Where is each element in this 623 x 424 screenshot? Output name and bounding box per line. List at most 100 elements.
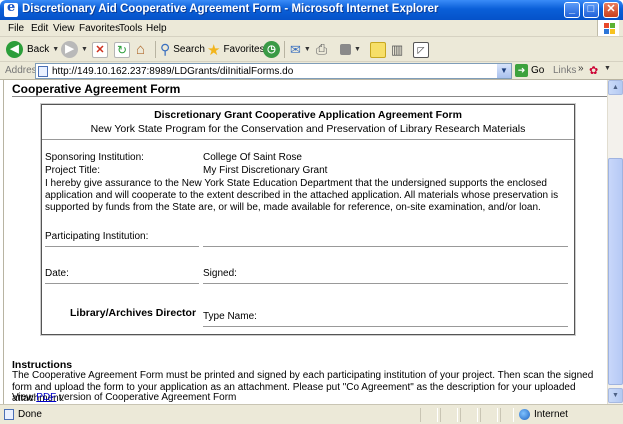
form-title: Discretionary Grant Cooperative Applicat… xyxy=(154,109,462,121)
toolbar: ◀ Back ▼ ▶ ▼ ✕ ↻ ⌂ ⚲ Search ★ Favorites … xyxy=(0,37,623,62)
menu-help[interactable]: Help xyxy=(146,23,167,34)
note-icon xyxy=(370,41,386,58)
address-input[interactable]: http://149.10.162.237:8989/LDGrants/diIn… xyxy=(35,63,512,79)
mail-icon: ✉ xyxy=(290,41,301,57)
vertical-scrollbar[interactable]: ▲ ▼ xyxy=(607,80,623,404)
title-bar: Discretionary Aid Cooperative Agreement … xyxy=(0,0,623,20)
close-button[interactable]: ✕ xyxy=(603,2,619,18)
view-suffix: version of Cooperative Agreement Form xyxy=(56,392,237,403)
research-button[interactable]: ▥ xyxy=(391,40,403,59)
chevron-down-icon[interactable]: ▼ xyxy=(604,65,611,72)
chevron-down-icon: ▼ xyxy=(354,46,361,53)
signature-line xyxy=(203,246,568,247)
star-icon: ★ xyxy=(207,41,221,59)
forward-button[interactable]: ▶ ▼ xyxy=(61,40,88,59)
go-button[interactable]: ➜ Go xyxy=(515,64,544,77)
history-button[interactable]: ◷ xyxy=(263,40,280,59)
date-label: Date: xyxy=(45,268,69,279)
refresh-button[interactable]: ↻ xyxy=(114,40,130,59)
books-icon: ▥ xyxy=(391,41,404,57)
status-pane xyxy=(420,408,438,422)
chevron-down-icon: ▼ xyxy=(52,46,60,53)
minimize-button[interactable]: _ xyxy=(564,2,580,18)
windows-logo-icon xyxy=(597,20,619,36)
menu-favorites[interactable]: Favorites xyxy=(79,23,120,34)
form-divider xyxy=(42,139,574,140)
project-title-label: Project Title: xyxy=(45,165,101,176)
signature-line xyxy=(203,326,568,327)
scroll-down-icon[interactable]: ▼ xyxy=(608,388,623,403)
edit-page-icon xyxy=(340,44,351,55)
go-label: Go xyxy=(531,65,545,76)
sponsoring-institution-value: College Of Saint Rose xyxy=(203,152,302,163)
refresh-icon: ↻ xyxy=(114,41,130,58)
address-dropdown-icon[interactable]: ▼ xyxy=(497,64,511,78)
links-label[interactable]: Links xyxy=(553,65,576,76)
scroll-up-icon[interactable]: ▲ xyxy=(608,80,623,95)
stop-icon: ✕ xyxy=(92,41,108,58)
addon-icon[interactable]: ✿ xyxy=(589,64,598,77)
chevron-right-icon[interactable]: » xyxy=(578,63,584,74)
back-arrow-icon: ◀ xyxy=(6,41,23,58)
globe-icon xyxy=(519,409,530,420)
scroll-thumb[interactable] xyxy=(608,158,623,385)
address-url[interactable]: http://149.10.162.237:8989/LDGrants/diIn… xyxy=(52,66,293,77)
menu-edit[interactable]: Edit xyxy=(31,23,48,34)
home-button[interactable]: ⌂ xyxy=(136,40,145,59)
messenger-button[interactable]: ◸ xyxy=(413,40,429,59)
type-name-label: Type Name: xyxy=(203,311,257,322)
status-bar: Done Internet xyxy=(0,404,623,424)
agreement-form-box: Discretionary Grant Cooperative Applicat… xyxy=(41,104,575,335)
toolbar-separator xyxy=(155,41,156,58)
signature-line xyxy=(45,283,199,284)
page-viewport: Cooperative Agreement Form Discretionary… xyxy=(3,80,607,404)
favorites-button[interactable]: ★ Favorites xyxy=(207,40,265,59)
discuss-button[interactable] xyxy=(370,40,386,59)
menu-view[interactable]: View xyxy=(53,23,75,34)
favorites-label: Favorites xyxy=(223,44,265,55)
search-button[interactable]: ⚲ Search xyxy=(160,40,205,59)
menu-file[interactable]: File xyxy=(8,23,24,34)
home-icon: ⌂ xyxy=(136,41,146,58)
heading-divider xyxy=(12,96,607,97)
page-icon xyxy=(4,409,14,420)
window-title: Discretionary Aid Cooperative Agreement … xyxy=(22,3,439,15)
printer-icon: ⎙ xyxy=(316,41,328,57)
print-button[interactable]: ⎙ xyxy=(316,40,327,59)
mail-button[interactable]: ✉ ▼ xyxy=(290,40,311,59)
form-subtitle: New York State Program for the Conservat… xyxy=(90,123,526,135)
director-label: Library/Archives Director xyxy=(70,307,197,319)
signature-line xyxy=(203,283,568,284)
pdf-link[interactable]: PDF xyxy=(36,392,56,403)
back-button[interactable]: ◀ Back ▼ xyxy=(6,40,59,59)
sponsoring-institution-label: Sponsoring Institution: xyxy=(45,152,144,163)
status-pane xyxy=(460,408,478,422)
status-pane xyxy=(480,408,498,422)
ie-icon xyxy=(4,0,18,17)
stop-button[interactable]: ✕ xyxy=(92,40,108,59)
view-prefix: View xyxy=(12,392,37,403)
project-title-value: My First Discretionary Grant xyxy=(203,165,328,176)
search-label: Search xyxy=(173,44,205,55)
history-icon: ◷ xyxy=(263,41,280,58)
page-title: Cooperative Agreement Form xyxy=(12,82,181,96)
status-pane xyxy=(500,408,514,422)
pdf-line: View PDF version of Cooperative Agreemen… xyxy=(12,392,236,403)
go-arrow-icon: ➜ xyxy=(515,64,528,77)
signed-label: Signed: xyxy=(203,268,237,279)
back-label: Back xyxy=(27,44,50,55)
status-pane xyxy=(440,408,458,422)
menu-tools[interactable]: Tools xyxy=(119,23,142,34)
page-icon xyxy=(38,66,48,77)
forward-arrow-icon: ▶ xyxy=(61,41,78,58)
status-text: Done xyxy=(18,409,42,420)
participating-institution-label: Participating Institution: xyxy=(45,231,149,242)
edit-button[interactable]: ▼ xyxy=(340,40,361,59)
maximize-button[interactable]: □ xyxy=(583,2,599,18)
signature-line xyxy=(45,246,199,247)
security-zone: Internet xyxy=(534,409,568,420)
chevron-down-icon: ▼ xyxy=(303,46,311,53)
assurance-statement: I hereby give assurance to the New York … xyxy=(45,178,559,213)
search-icon: ⚲ xyxy=(160,41,171,57)
menu-bar: File Edit View Favorites Tools Help xyxy=(0,20,623,37)
